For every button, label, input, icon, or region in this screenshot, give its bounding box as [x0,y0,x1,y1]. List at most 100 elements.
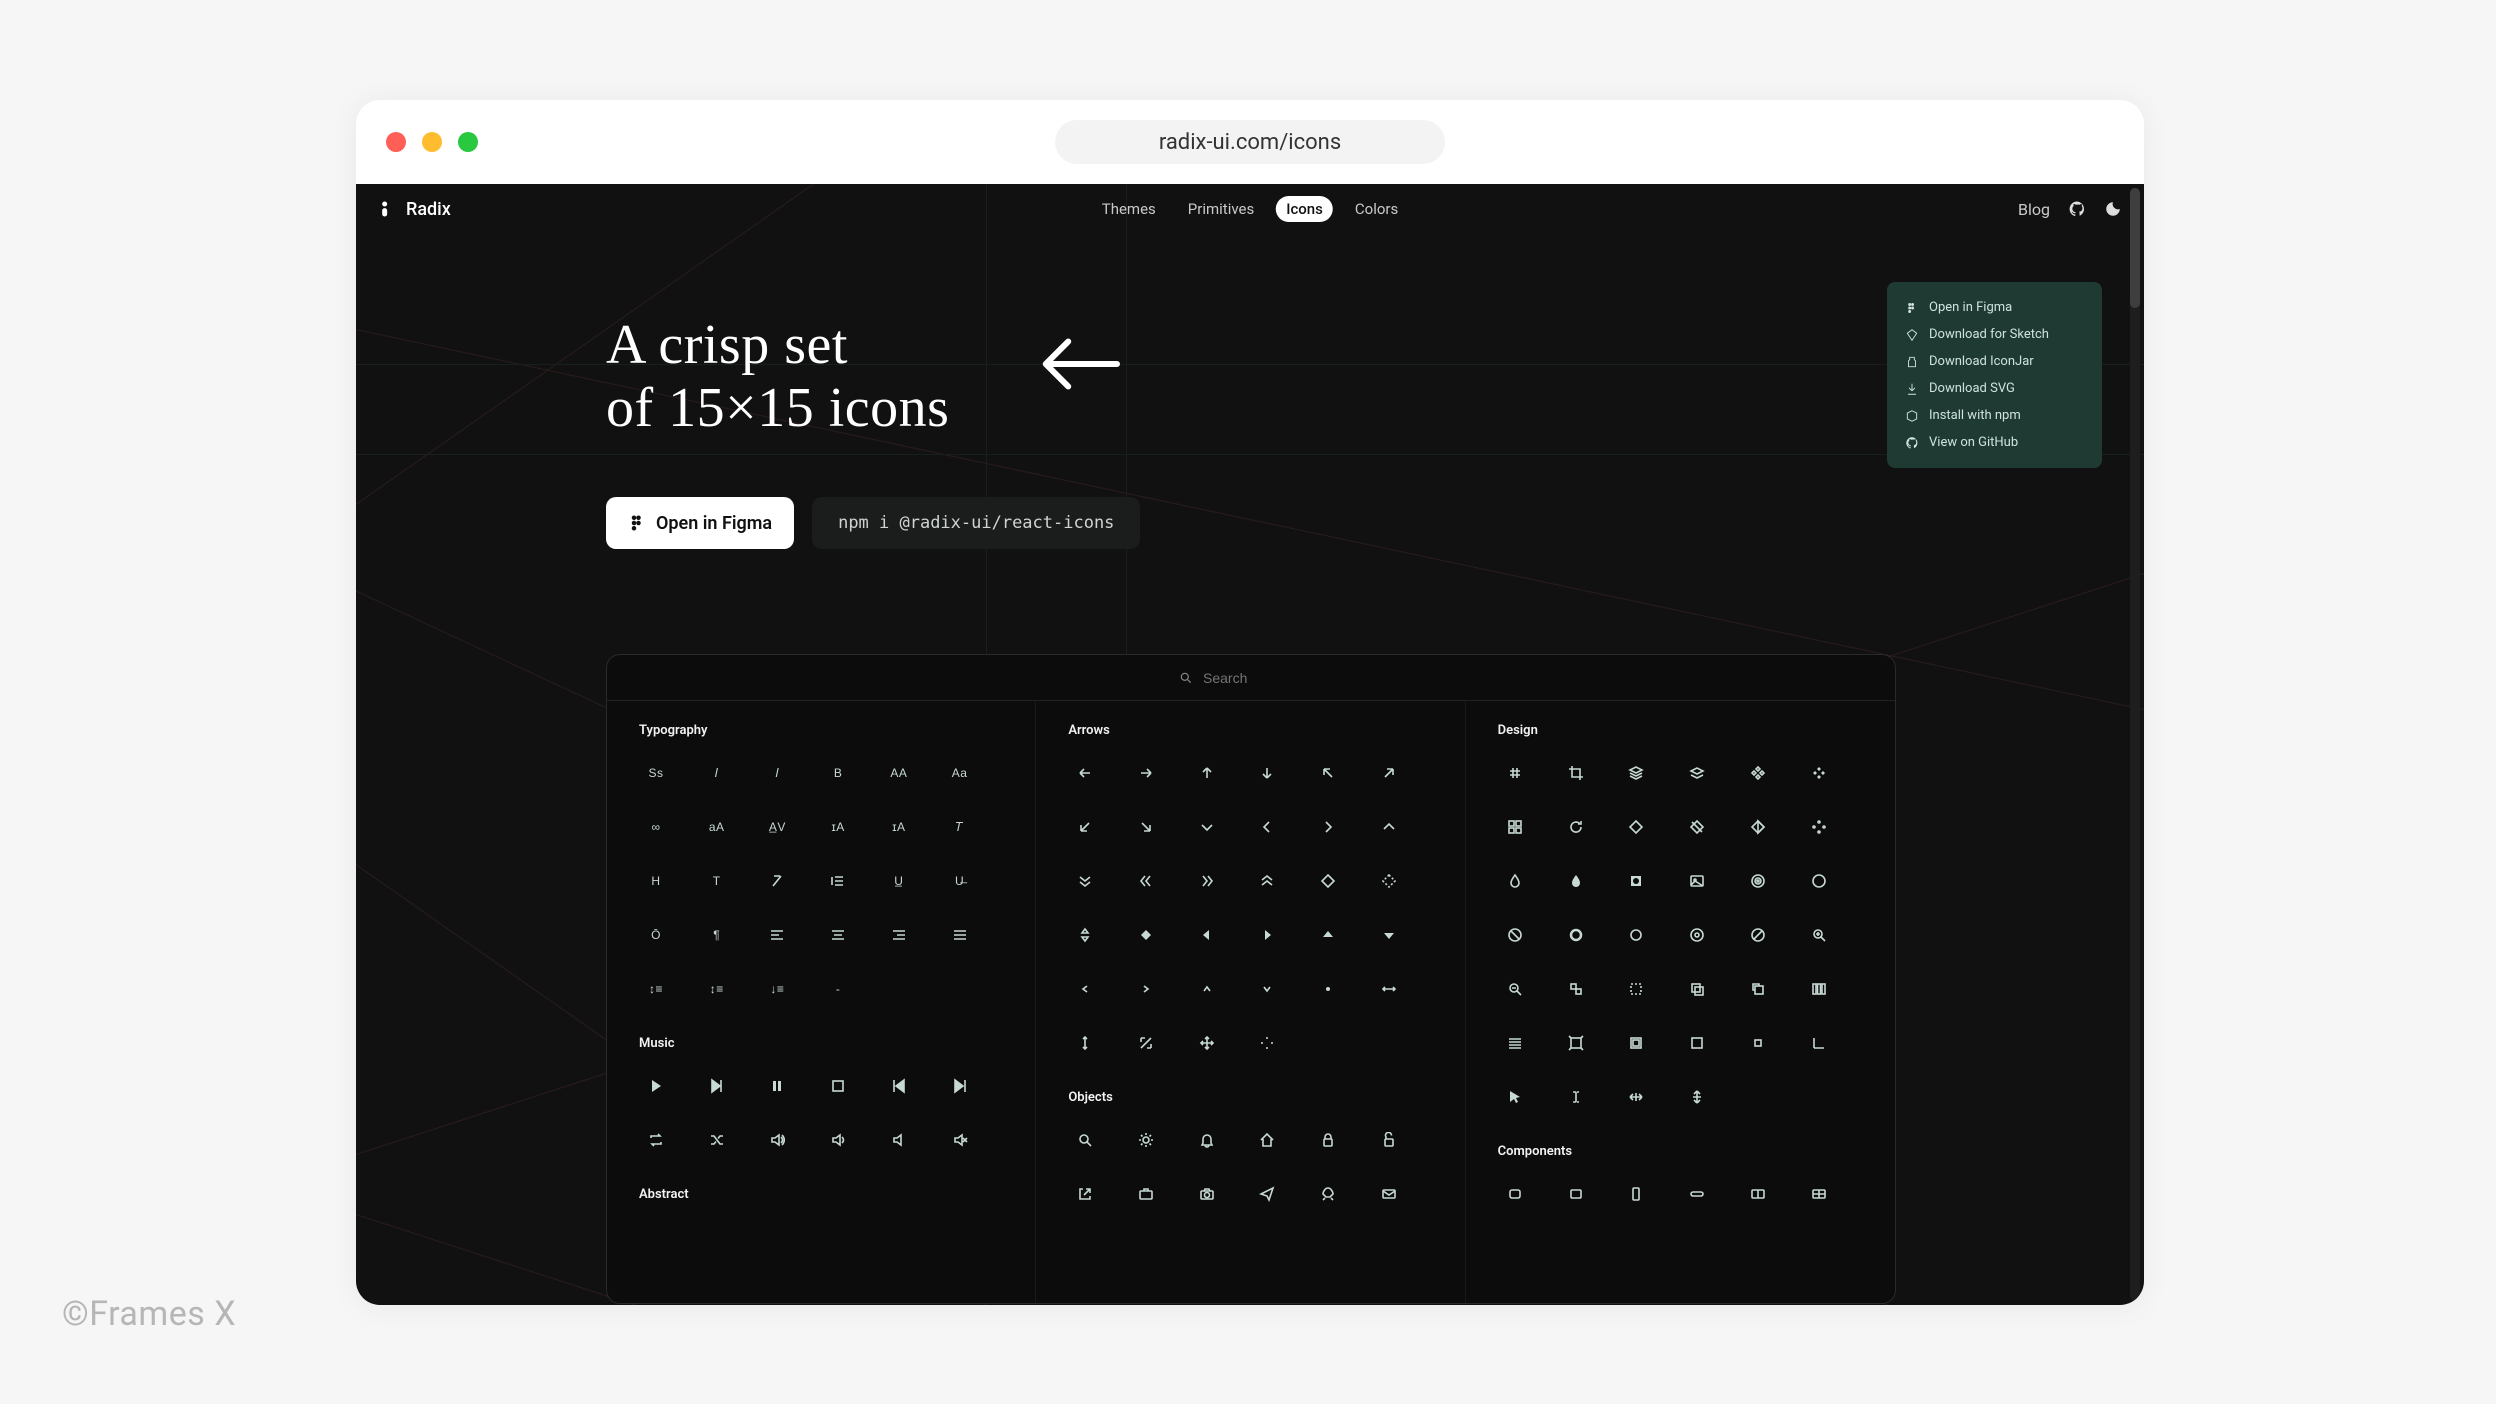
brand[interactable]: Radix [378,199,451,220]
arrow-down-right-icon[interactable] [1129,810,1163,844]
angle-icon[interactable] [1802,1026,1836,1060]
speaker-mid-icon[interactable] [821,1123,855,1157]
phone-icon[interactable] [1619,1177,1653,1211]
box-thin-icon[interactable] [1559,1177,1593,1211]
camera-icon[interactable] [1190,1177,1224,1211]
no-entry-icon[interactable] [1741,918,1775,952]
circle-bold-icon[interactable] [1559,918,1593,952]
bell-icon[interactable] [1190,1123,1224,1157]
columns-icon[interactable] [1802,972,1836,1006]
letter-case-mixed-icon[interactable]: Aa [943,756,977,790]
search-input[interactable] [1203,670,1323,686]
spacing-vert-icon[interactable]: ↕≡ [639,972,673,1006]
align-left-icon[interactable] [760,918,794,952]
frame-icon[interactable] [1559,1026,1593,1060]
font-style-icon[interactable]: Ss [639,756,673,790]
gear-icon[interactable] [1129,1123,1163,1157]
arrow-down-icon[interactable] [1250,756,1284,790]
align-center-icon[interactable] [821,918,855,952]
layout-grid-icon[interactable] [1498,810,1532,844]
text-cursor-icon[interactable] [1559,1080,1593,1114]
arrow-up-icon[interactable] [1190,756,1224,790]
circle-icon[interactable] [1619,918,1653,952]
arrows-vertical-icon[interactable] [1068,1026,1102,1060]
home-icon[interactable] [1250,1123,1284,1157]
font-italic-icon[interactable]: 𝐼 [700,756,734,790]
arrows-expand-icon[interactable] [1129,1026,1163,1060]
speaker-mute-icon[interactable] [943,1123,977,1157]
component-fill-icon[interactable] [1802,756,1836,790]
double-chevron-down-icon[interactable] [1068,864,1102,898]
external-link-icon[interactable] [1068,1177,1102,1211]
line-height-icon[interactable] [821,864,855,898]
overline-icon[interactable]: Ō [639,918,673,952]
panel-download-svg[interactable]: Download SVG [1887,375,2102,402]
strikethrough-icon[interactable]: U̶ [943,864,977,898]
repeat-icon[interactable] [639,1123,673,1157]
square-icon[interactable] [1680,1026,1714,1060]
chevron-left-icon[interactable] [1250,810,1284,844]
circle-thin-icon[interactable] [1802,864,1836,898]
copy-front-icon[interactable] [1741,972,1775,1006]
diamond-outline-icon[interactable] [1311,864,1345,898]
caret-up-small-icon[interactable] [1190,972,1224,1006]
magnifier-icon[interactable] [1068,1123,1102,1157]
panel-download-sketch[interactable]: Download for Sketch [1887,321,2102,348]
panel-open-figma[interactable]: Open in Figma [1887,294,2102,321]
pilcrow-icon[interactable]: ¶ [700,918,734,952]
play-next-icon[interactable] [700,1069,734,1103]
double-chevron-up-icon[interactable] [1250,864,1284,898]
url-bar[interactable]: radix-ui.com/icons [1055,120,1445,164]
arrow-down-left-icon[interactable] [1068,810,1102,844]
triangle-up-icon[interactable] [1311,918,1345,952]
stop-icon[interactable] [821,1069,855,1103]
shuffle-icon[interactable] [700,1123,734,1157]
triangle-left-icon[interactable] [1190,918,1224,952]
split-grid-icon[interactable] [1802,1177,1836,1211]
caret-down-small-icon[interactable] [1250,972,1284,1006]
play-icon[interactable] [639,1069,673,1103]
rocket-icon[interactable] [1311,1177,1345,1211]
diamond-slash-icon[interactable] [1680,810,1714,844]
drop-fill-icon[interactable] [1559,864,1593,898]
arrow-left-icon[interactable] [1068,756,1102,790]
double-chevron-left-icon[interactable] [1129,864,1163,898]
nav-primitives[interactable]: Primitives [1178,196,1264,222]
group-icon[interactable] [1619,1026,1653,1060]
text-height2-icon[interactable]: ɪA [882,810,916,844]
nav-icons[interactable]: Icons [1276,196,1333,222]
triangle-down-icon[interactable] [1372,918,1406,952]
infinity-icon[interactable]: ∞ [639,810,673,844]
track-next-icon[interactable] [943,1069,977,1103]
dot-icon[interactable] [1311,972,1345,1006]
rows-icon[interactable] [1498,1026,1532,1060]
caret-right-small-icon[interactable] [1129,972,1163,1006]
font-bold-icon[interactable]: B [821,756,855,790]
zoom-in-icon[interactable] [1802,918,1836,952]
align-justify-icon[interactable] [943,918,977,952]
small-square-icon[interactable] [1741,1026,1775,1060]
caret-left-small-icon[interactable] [1068,972,1102,1006]
resize-h-icon[interactable] [1619,1080,1653,1114]
lock-closed-icon[interactable] [1311,1123,1345,1157]
arrow-up-left-icon[interactable] [1311,756,1345,790]
italic-clear-icon[interactable]: 𝑇 [943,810,977,844]
github-icon[interactable] [2068,200,2086,218]
speaker-low-icon[interactable] [882,1123,916,1157]
diamond-fill-icon[interactable] [1129,918,1163,952]
text-icon[interactable]: T [700,864,734,898]
arrow-right-icon[interactable] [1129,756,1163,790]
arrows-horizontal-icon[interactable] [1372,972,1406,1006]
half-fill-icon[interactable] [1741,810,1775,844]
scrollbar[interactable] [2130,188,2140,1301]
panel-download-iconjar[interactable]: Download IconJar [1887,348,2102,375]
chevron-right-icon[interactable] [1311,810,1345,844]
track-prev-icon[interactable] [882,1069,916,1103]
chevron-up-icon[interactable] [1372,810,1406,844]
zoom-out-icon[interactable] [1498,972,1532,1006]
envelope-icon[interactable] [1372,1177,1406,1211]
panel-view-github[interactable]: View on GitHub [1887,429,2102,456]
transparency-icon[interactable] [1559,972,1593,1006]
speaker-loud-icon[interactable] [760,1123,794,1157]
diamond-icon[interactable] [1619,810,1653,844]
